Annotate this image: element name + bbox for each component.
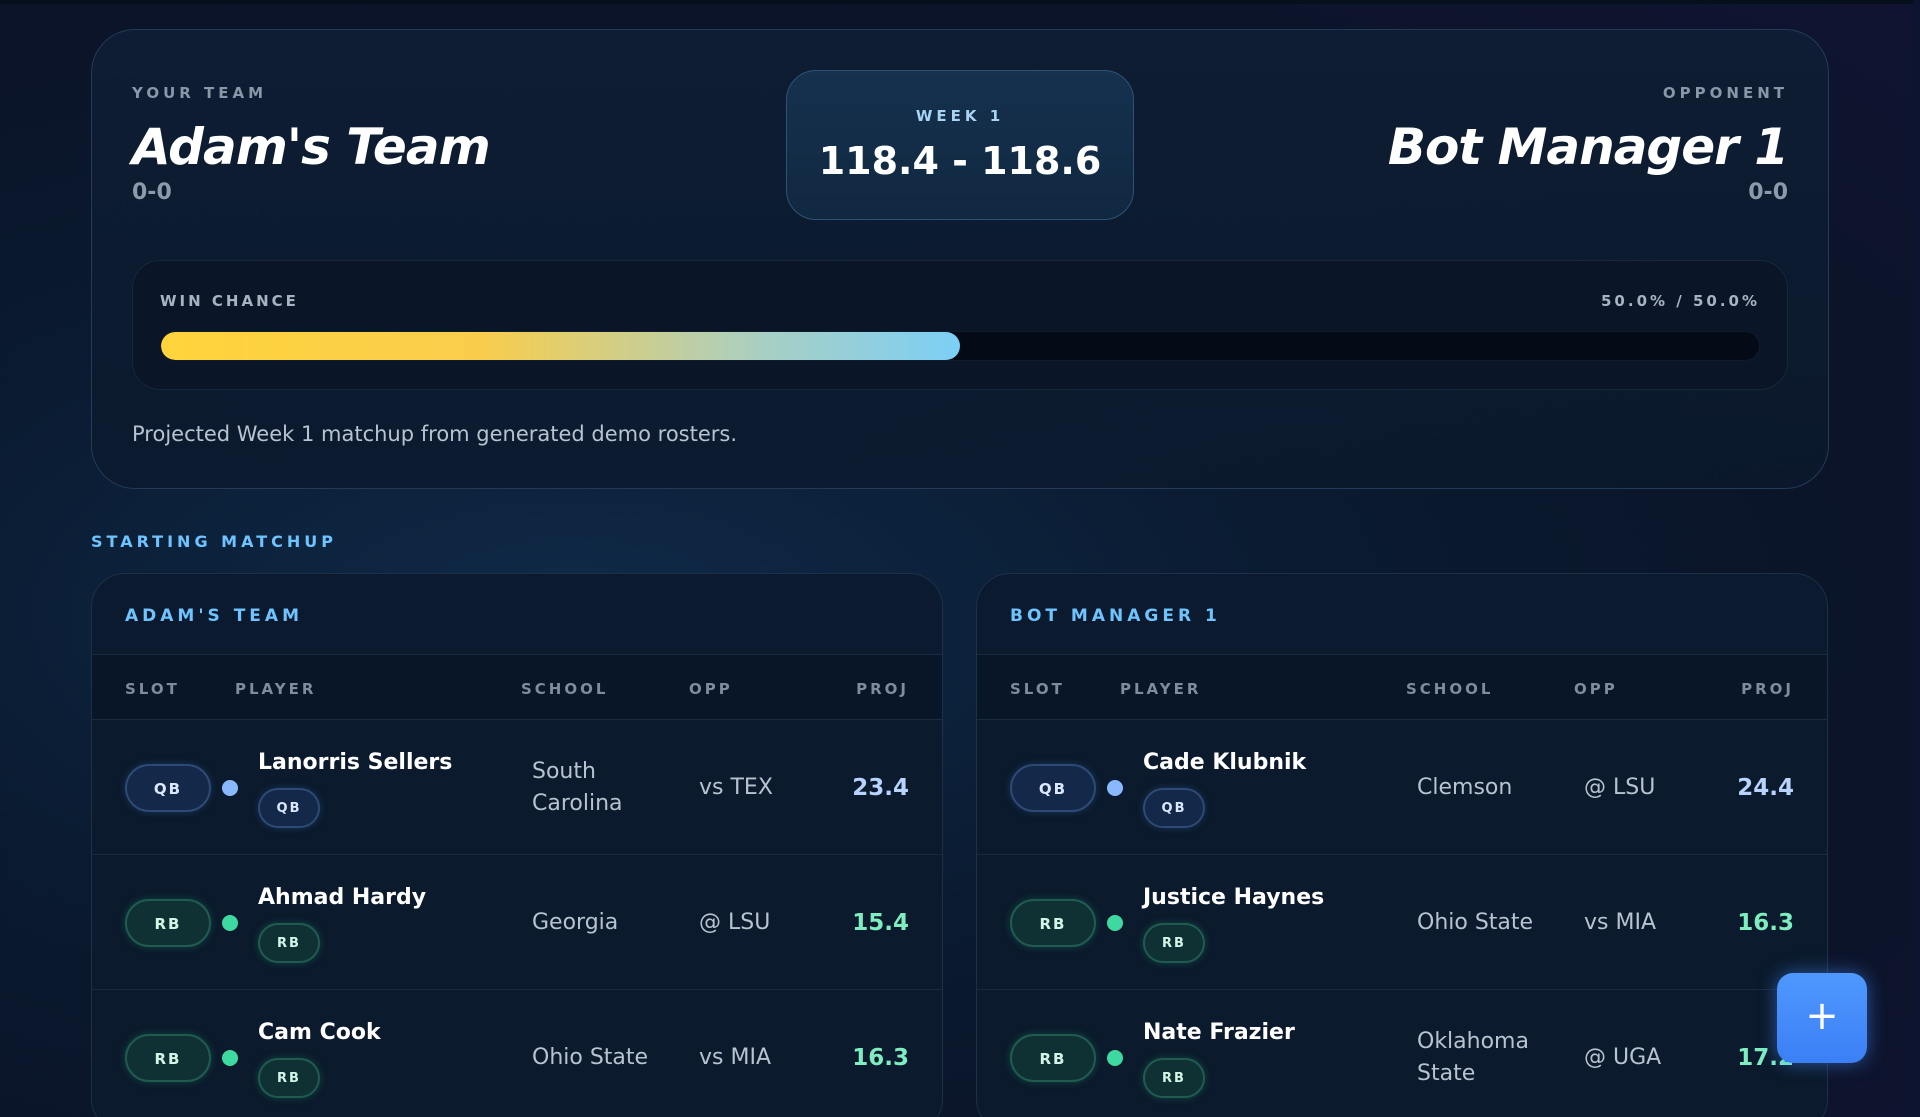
status-dot-icon	[222, 780, 238, 796]
column-school: SCHOOL	[1406, 680, 1494, 698]
opponent-eyebrow: OPPONENT	[1662, 84, 1788, 102]
roster-title: ADAM'S TEAM	[92, 574, 942, 655]
slot-badge: RB	[125, 1034, 211, 1082]
player-school: Oklahoma State	[1417, 1028, 1529, 1086]
column-opp: OPP	[1574, 680, 1618, 698]
plus-icon: +	[1805, 993, 1839, 1039]
table-row[interactable]: QB Cade Klubnik QB Clemson @ LSU 24.4	[977, 720, 1827, 855]
week-score-box: WEEK 1 118.4 - 118.6	[786, 70, 1134, 220]
player-name[interactable]: Nate Frazier	[1143, 1020, 1295, 1045]
win-chance-value: 50.0% / 50.0%	[1601, 292, 1760, 310]
player-opponent: @ UGA	[1584, 1045, 1662, 1070]
window-top-edge	[0, 0, 1920, 4]
column-proj: PROJ	[856, 680, 909, 698]
table-row[interactable]: QB Lanorris Sellers QB South Carolina vs…	[92, 720, 942, 855]
opponent-name: Bot Manager 1	[1387, 118, 1789, 176]
player-name[interactable]: Cade Klubnik	[1143, 750, 1306, 775]
position-badge: QB	[258, 788, 320, 828]
win-chance-bar-fill	[161, 332, 960, 360]
your-team-name: Adam's Team	[132, 118, 491, 176]
status-dot-icon	[1107, 1050, 1123, 1066]
win-chance-label: WIN CHANCE	[160, 292, 299, 310]
column-slot: SLOT	[125, 680, 180, 698]
player-opponent: @ LSU	[1584, 775, 1656, 800]
player-name[interactable]: Ahmad Hardy	[258, 885, 426, 910]
player-school: Ohio State	[532, 1044, 649, 1070]
roster-column-header: SLOT PLAYER SCHOOL OPP PROJ	[92, 655, 942, 720]
roster-panel-opponent: BOT MANAGER 1 SLOT PLAYER SCHOOL OPP PRO…	[976, 573, 1828, 1117]
column-proj: PROJ	[1741, 680, 1794, 698]
opponent-record: 0-0	[1748, 180, 1788, 205]
player-school: Georgia	[532, 909, 619, 935]
player-projection: 15.4	[852, 909, 909, 936]
player-school: Clemson	[1417, 774, 1513, 800]
column-slot: SLOT	[1010, 680, 1065, 698]
status-dot-icon	[1107, 915, 1123, 931]
win-chance-panel: WIN CHANCE 50.0% / 50.0%	[132, 260, 1788, 390]
window-right-edge	[1914, 0, 1920, 1117]
slot-badge: QB	[125, 764, 211, 812]
player-school: South Carolina	[532, 758, 623, 816]
column-player: PLAYER	[235, 680, 317, 698]
add-button[interactable]: +	[1777, 973, 1867, 1063]
status-dot-icon	[222, 1050, 238, 1066]
your-team-record: 0-0	[132, 180, 172, 205]
roster-panel-your-team: ADAM'S TEAM SLOT PLAYER SCHOOL OPP PROJ …	[91, 573, 943, 1117]
player-opponent: vs MIA	[699, 1045, 771, 1070]
player-projection: 16.3	[1737, 909, 1794, 936]
slot-badge: QB	[1010, 764, 1096, 812]
table-row[interactable]: RB Cam Cook RB Ohio State vs MIA 16.3	[92, 990, 942, 1117]
position-badge: QB	[1143, 788, 1205, 828]
player-name[interactable]: Lanorris Sellers	[258, 750, 452, 775]
slot-badge: RB	[1010, 899, 1096, 947]
player-opponent: vs MIA	[1584, 910, 1656, 935]
table-row[interactable]: RB Justice Haynes RB Ohio State vs MIA 1…	[977, 855, 1827, 990]
position-badge: RB	[258, 923, 320, 963]
player-school: Ohio State	[1417, 909, 1534, 935]
player-name[interactable]: Justice Haynes	[1143, 885, 1324, 910]
week-label: WEEK 1	[915, 107, 1005, 125]
slot-badge: RB	[125, 899, 211, 947]
slot-badge: RB	[1010, 1034, 1096, 1082]
roster-column-header: SLOT PLAYER SCHOOL OPP PROJ	[977, 655, 1827, 720]
player-name[interactable]: Cam Cook	[258, 1020, 381, 1045]
status-dot-icon	[222, 915, 238, 931]
position-badge: RB	[1143, 923, 1205, 963]
position-badge: RB	[1143, 1058, 1205, 1098]
status-dot-icon	[1107, 780, 1123, 796]
column-opp: OPP	[689, 680, 733, 698]
player-opponent: @ LSU	[699, 910, 771, 935]
table-row[interactable]: RB Ahmad Hardy RB Georgia @ LSU 15.4	[92, 855, 942, 990]
column-player: PLAYER	[1120, 680, 1202, 698]
column-school: SCHOOL	[521, 680, 609, 698]
roster-title: BOT MANAGER 1	[977, 574, 1827, 655]
player-projection: 16.3	[852, 1044, 909, 1071]
matchup-header-card: YOUR TEAM Adam's Team 0-0 WEEK 1 118.4 -…	[91, 29, 1829, 489]
player-projection: 23.4	[852, 774, 909, 801]
section-title: STARTING MATCHUP	[91, 532, 337, 551]
player-projection: 24.4	[1737, 774, 1794, 801]
table-row[interactable]: RB Nate Frazier RB Oklahoma State @ UGA …	[977, 990, 1827, 1117]
matchup-caption: Projected Week 1 matchup from generated …	[132, 422, 738, 446]
matchup-score: 118.4 - 118.6	[818, 139, 1102, 183]
player-opponent: vs TEX	[699, 775, 773, 800]
position-badge: RB	[258, 1058, 320, 1098]
win-chance-bar	[160, 331, 1760, 361]
your-team-eyebrow: YOUR TEAM	[132, 84, 268, 102]
